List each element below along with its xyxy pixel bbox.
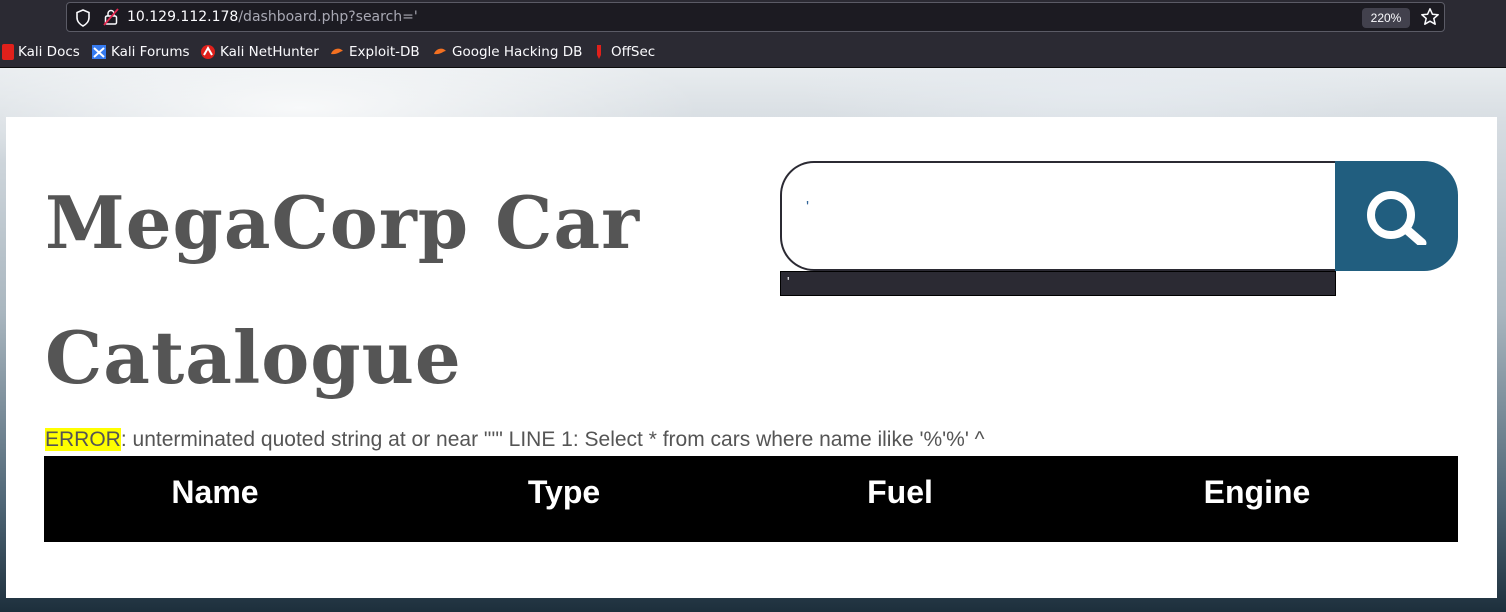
shield-icon[interactable] <box>75 9 91 27</box>
column-header-name: Name <box>171 474 259 510</box>
url-path: /dashboard.php?search=' <box>238 9 418 25</box>
page-viewport: MegaCorp Car Catalogue ' ' ERROR: unterm… <box>0 68 1506 612</box>
column-header-fuel: Fuel <box>867 474 933 510</box>
bookmark-exploit-db[interactable]: Exploit-DB <box>329 43 420 61</box>
autocomplete-dropdown[interactable]: ' <box>780 271 1336 296</box>
column-header-type: Type <box>527 474 601 510</box>
sql-error-message: ERROR: unterminated quoted string at or … <box>45 428 1465 452</box>
bookmark-label: Kali Forums <box>111 44 190 60</box>
kali-docs-icon <box>2 44 14 60</box>
url-text[interactable]: 10.129.112.178/dashboard.php?search=' <box>127 9 418 25</box>
bookmark-offsec[interactable]: OffSec <box>591 43 655 61</box>
kali-nethunter-icon <box>201 45 215 59</box>
bookmark-label: Exploit-DB <box>349 44 420 60</box>
search-input[interactable]: ' <box>780 161 1336 271</box>
autocomplete-item[interactable]: ' <box>787 274 789 289</box>
exploit-db-icon <box>331 48 343 55</box>
bookmark-kali-nethunter[interactable]: Kali NetHunter <box>200 43 319 61</box>
catalogue-card: MegaCorp Car Catalogue ' ' ERROR: unterm… <box>6 117 1497 598</box>
address-bar[interactable]: 10.129.112.178/dashboard.php?search=' 22… <box>66 2 1445 32</box>
kali-forums-icon <box>92 45 106 59</box>
url-host: 10.129.112.178 <box>127 9 239 25</box>
bookmark-kali-forums[interactable]: Kali Forums <box>91 43 190 61</box>
insecure-lock-icon[interactable] <box>103 8 119 26</box>
offsec-icon <box>597 45 601 59</box>
browser-toolbar: 10.129.112.178/dashboard.php?search=' 22… <box>0 0 1506 34</box>
bookmark-google-hacking-db[interactable]: Google Hacking DB <box>432 43 582 61</box>
ghdb-icon <box>434 48 446 55</box>
bookmark-label: OffSec <box>611 44 656 60</box>
bookmark-label: Google Hacking DB <box>452 44 583 60</box>
search-input-value: ' <box>806 199 810 216</box>
bookmark-label: Kali NetHunter <box>220 44 319 60</box>
column-header-engine: Engine <box>1203 474 1311 510</box>
bookmark-star-icon[interactable] <box>1420 7 1440 27</box>
bookmarks-toolbar: Kali Docs Kali Forums Kali NetHunter Exp… <box>0 34 1506 68</box>
error-text: : unterminated quoted string at or near … <box>120 428 985 451</box>
search-button[interactable] <box>1335 161 1458 271</box>
bookmark-label: Kali Docs <box>18 44 80 60</box>
error-label: ERROR <box>45 428 121 451</box>
search-icon <box>1367 191 1427 245</box>
zoom-level-badge[interactable]: 220% <box>1362 8 1410 28</box>
cars-table-header: Name Type Fuel Engine <box>44 456 1458 542</box>
bookmark-kali-docs[interactable]: Kali Docs <box>2 43 80 61</box>
page-title: MegaCorp Car Catalogue <box>45 180 641 400</box>
